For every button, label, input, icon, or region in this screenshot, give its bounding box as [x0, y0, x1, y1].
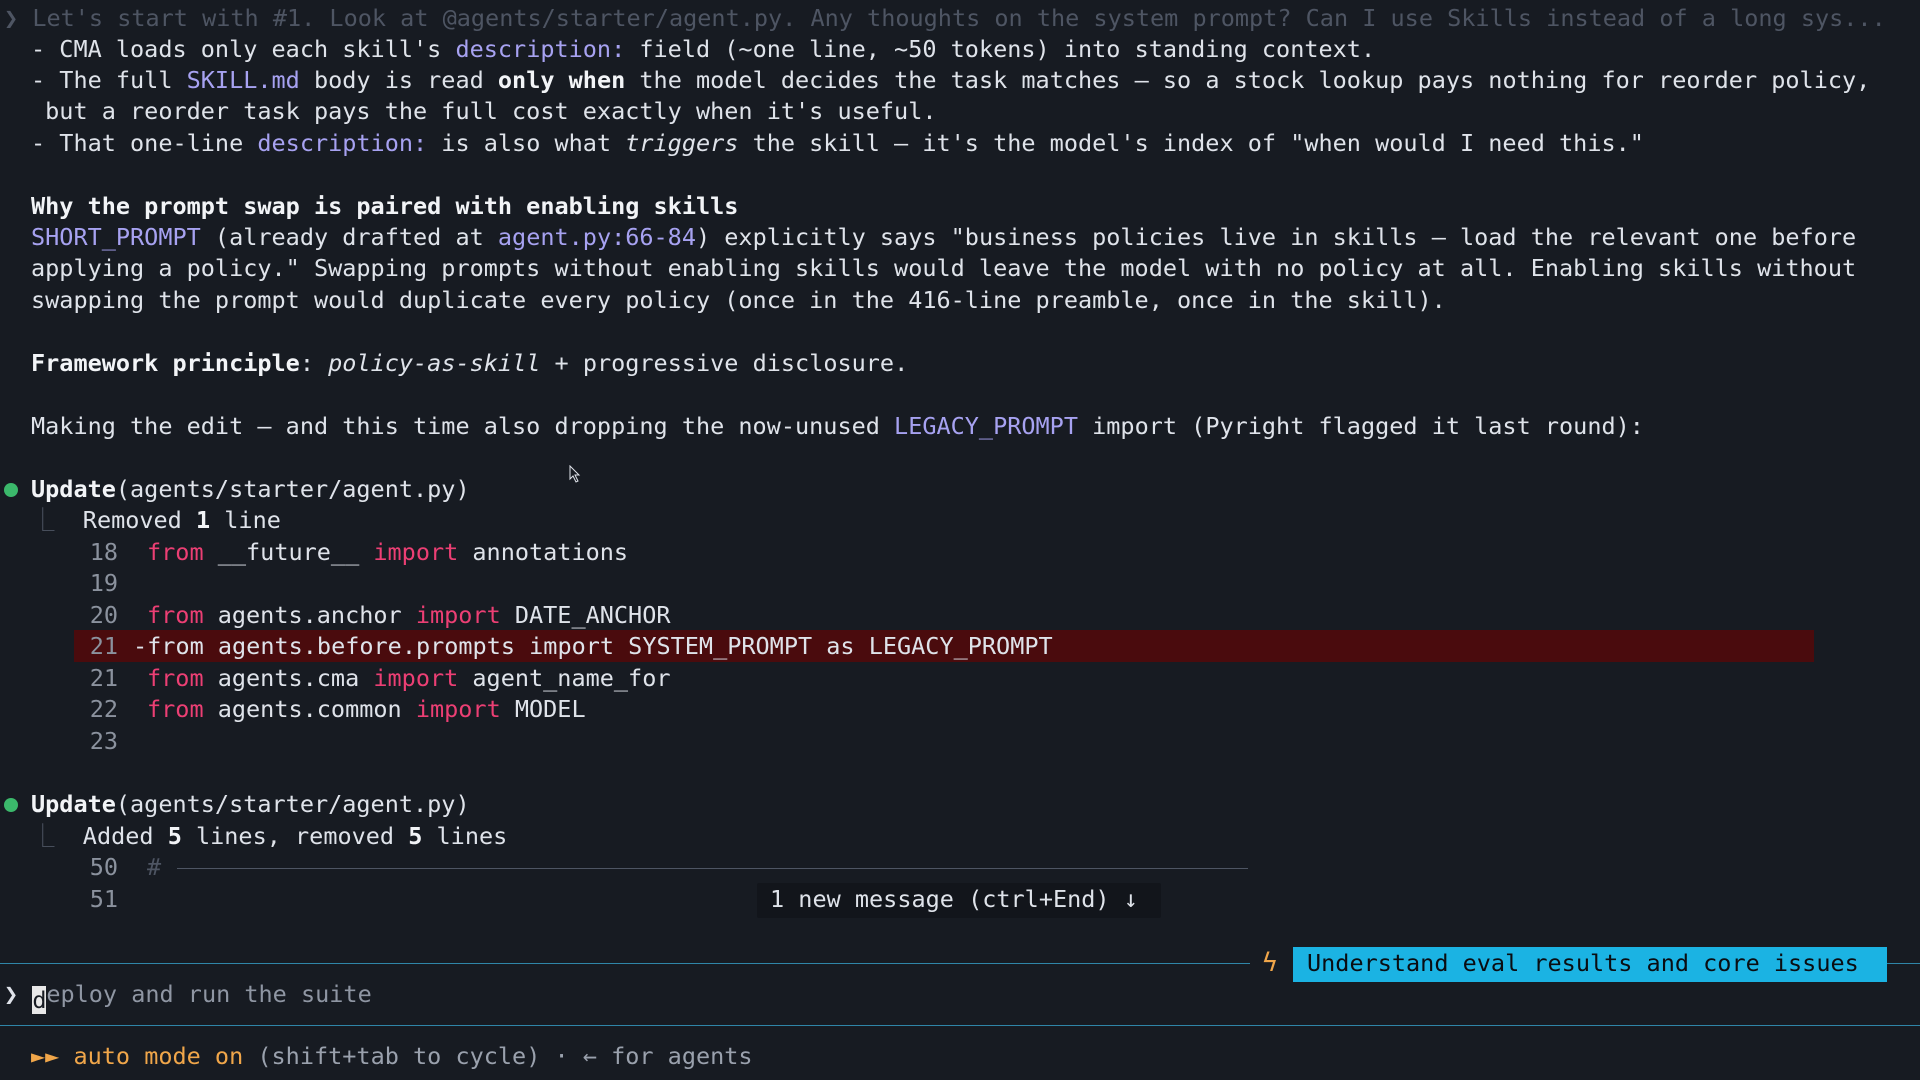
tool-call-update-1[interactable]: Update(agents/starter/agent.py) [31, 474, 470, 505]
lightning-icon: ϟ [1262, 948, 1278, 978]
input-bottom-border [0, 1025, 1920, 1026]
tree-branch-icon: ⎿ [31, 506, 55, 534]
bullet-3: - That one-line description: is also wha… [31, 129, 1644, 157]
prompt-chevron-icon: ❯ [4, 980, 19, 1008]
tool-result-summary-2: ⎿ Added 5 lines, removed 5 lines [31, 822, 508, 850]
paragraph-line-2: applying a policy." Swapping prompts wit… [31, 254, 1857, 282]
bullet-1: - CMA loads only each skill's descriptio… [31, 35, 1376, 63]
new-message-text: 1 new message (ctrl+End) ↓ [770, 885, 1138, 913]
tool-result-summary-1: ⎿ Removed 1 line [31, 506, 281, 534]
bullet-2-continuation: but a reorder task pays the full cost ex… [31, 97, 937, 125]
input-top-border-right [1887, 963, 1920, 964]
status-bar: ►► auto mode on (shift+tab to cycle) · ←… [31, 1042, 753, 1070]
task-badge-label: Understand eval results and core issues [1307, 949, 1859, 977]
framework-principle: Framework principle: policy-as-skill + p… [31, 349, 909, 377]
tool-status-dot [4, 483, 18, 497]
section-heading: Why the prompt swap is paired with enabl… [31, 192, 739, 220]
fast-forward-icon: ►► [31, 1042, 60, 1070]
making-edit-text: Making the edit — and this time also dro… [31, 412, 1644, 440]
tree-branch-icon: ⎿ [31, 822, 55, 850]
previous-user-message: ❯ Let's start with #1. Look at @agents/s… [4, 4, 1886, 32]
mouse-pointer-icon [569, 465, 581, 483]
tool-status-dot [4, 798, 18, 812]
prompt-input[interactable]: ❯ deploy and run the suite [4, 979, 372, 1014]
tool-call-update-2[interactable]: Update(agents/starter/agent.py) [31, 789, 470, 820]
paragraph-line-1: SHORT_PROMPT (already drafted at agent.p… [31, 223, 1857, 251]
bullet-2: - The full SKILL.md body is read only wh… [31, 66, 1871, 94]
paragraph-line-3: swapping the prompt would duplicate ever… [31, 286, 1446, 314]
input-top-border [0, 963, 1250, 964]
text-cursor: d [32, 986, 47, 1014]
divider-line [177, 868, 1248, 869]
auto-mode-indicator[interactable]: auto mode on [73, 1042, 243, 1070]
